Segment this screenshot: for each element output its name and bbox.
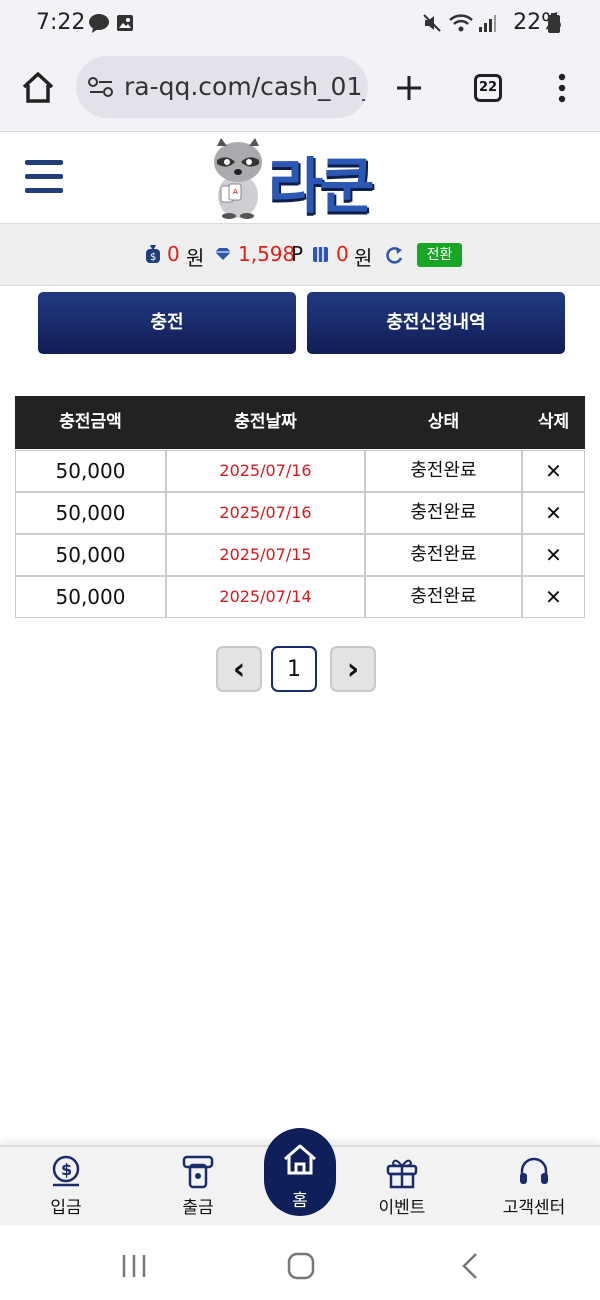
status-time: 7:22 xyxy=(36,10,86,35)
status-cell: 충전완료 xyxy=(366,535,523,575)
home-icon[interactable] xyxy=(20,70,56,106)
status-cell: 충전완료 xyxy=(366,451,523,491)
refresh-icon[interactable] xyxy=(384,245,404,265)
amount-cell: 50,000 xyxy=(16,577,167,617)
system-home-icon[interactable] xyxy=(287,1252,315,1280)
charge-button[interactable]: 충전 xyxy=(38,292,296,354)
date-cell: 2025/07/16 xyxy=(167,451,366,491)
more-menu-icon[interactable] xyxy=(556,72,568,104)
site-header: A 라쿤 xyxy=(0,132,600,224)
coupon-icon xyxy=(313,247,328,262)
header-amount: 충전금액 xyxy=(59,412,122,432)
nav-home-label: 홈 xyxy=(292,1191,308,1211)
charge-history-button[interactable]: 충전신청내역 xyxy=(307,292,565,354)
gallery-notification-icon xyxy=(117,15,133,31)
browser-toolbar: ra-qq.com/cash_01_ 22 xyxy=(0,46,600,132)
raccoon-mascot-icon: A xyxy=(214,138,262,219)
svg-text:$: $ xyxy=(61,1160,72,1179)
status-cell: 충전완료 xyxy=(366,493,523,533)
date-cell: 2025/07/16 xyxy=(167,493,366,533)
table-row: 50,000 2025/07/15 충전완료 ✕ xyxy=(15,534,585,576)
system-nav-bar xyxy=(0,1225,600,1300)
delete-icon[interactable]: ✕ xyxy=(523,577,584,617)
prev-page-button[interactable]: ‹ xyxy=(216,646,262,692)
nav-support-label: 고객센터 xyxy=(502,1198,566,1218)
dollar-coin-icon: $ xyxy=(52,1155,80,1187)
header-delete: 삭제 xyxy=(537,412,570,432)
site-settings-icon[interactable] xyxy=(88,76,114,98)
nav-withdraw-label: 출금 xyxy=(182,1198,214,1218)
url-text: ra-qq.com/cash_01_ xyxy=(124,72,368,101)
headset-icon xyxy=(520,1157,548,1184)
header-date: 충전날짜 xyxy=(234,412,297,432)
money-bag-icon: $ xyxy=(146,245,160,263)
delete-icon[interactable]: ✕ xyxy=(523,535,584,575)
cash-balance: 0 xyxy=(167,242,180,266)
nav-event[interactable]: 이벤트 xyxy=(342,1147,462,1227)
nav-home[interactable]: 홈 xyxy=(264,1128,336,1216)
diamond-icon xyxy=(215,248,231,260)
amount-cell: 50,000 xyxy=(16,535,167,575)
site-logo[interactable]: 라쿤 xyxy=(268,138,374,225)
table-row: 50,000 2025/07/16 충전완료 ✕ xyxy=(15,450,585,492)
table-row: 50,000 2025/07/16 충전완료 ✕ xyxy=(15,492,585,534)
table-header: 충전금액 충전날짜 상태 삭제 xyxy=(15,396,585,449)
tab-switcher-button[interactable]: 22 xyxy=(474,74,502,102)
back-icon[interactable] xyxy=(460,1251,480,1281)
nav-support[interactable]: 고객센터 xyxy=(474,1147,594,1227)
date-cell: 2025/07/14 xyxy=(167,577,366,617)
point-balance: 1,598 xyxy=(238,242,296,266)
recent-apps-icon[interactable] xyxy=(120,1253,148,1279)
new-tab-icon[interactable] xyxy=(394,73,424,103)
delete-icon[interactable]: ✕ xyxy=(523,451,584,491)
signal-icon xyxy=(479,15,496,32)
mute-icon xyxy=(423,14,441,32)
talk-notification-icon xyxy=(89,14,109,33)
status-cell: 충전완료 xyxy=(366,577,523,617)
header-status: 상태 xyxy=(427,412,460,432)
date-cell: 2025/07/15 xyxy=(167,535,366,575)
home-icon xyxy=(284,1144,316,1175)
nav-deposit[interactable]: $ 입금 xyxy=(6,1147,126,1227)
atm-icon xyxy=(182,1155,214,1189)
amount-cell: 50,000 xyxy=(16,493,167,533)
point-unit: P xyxy=(291,242,304,266)
status-bar: 7:22 22% xyxy=(0,0,600,46)
wifi-icon xyxy=(449,14,473,32)
next-page-button[interactable]: › xyxy=(330,646,376,692)
nav-deposit-label: 입금 xyxy=(50,1198,82,1218)
nav-event-label: 이벤트 xyxy=(378,1198,426,1218)
page-1-button[interactable]: 1 xyxy=(271,646,317,692)
coupon-balance: 0 xyxy=(336,242,349,266)
balance-bar: $ 0 원 1,598 P 0 원 전환 xyxy=(0,224,600,286)
svg-text:A: A xyxy=(233,188,238,196)
table-row: 50,000 2025/07/14 충전완료 ✕ xyxy=(15,576,585,618)
nav-withdraw[interactable]: 출금 xyxy=(138,1147,258,1227)
cash-unit: 원 xyxy=(186,246,205,270)
amount-cell: 50,000 xyxy=(16,451,167,491)
gift-icon xyxy=(386,1159,418,1189)
svg-text:$: $ xyxy=(150,252,156,263)
url-bar[interactable]: ra-qq.com/cash_01_ xyxy=(76,56,368,118)
coupon-unit: 원 xyxy=(354,246,373,270)
convert-button[interactable]: 전환 xyxy=(417,243,462,267)
delete-icon[interactable]: ✕ xyxy=(523,493,584,533)
battery-icon xyxy=(548,13,560,33)
